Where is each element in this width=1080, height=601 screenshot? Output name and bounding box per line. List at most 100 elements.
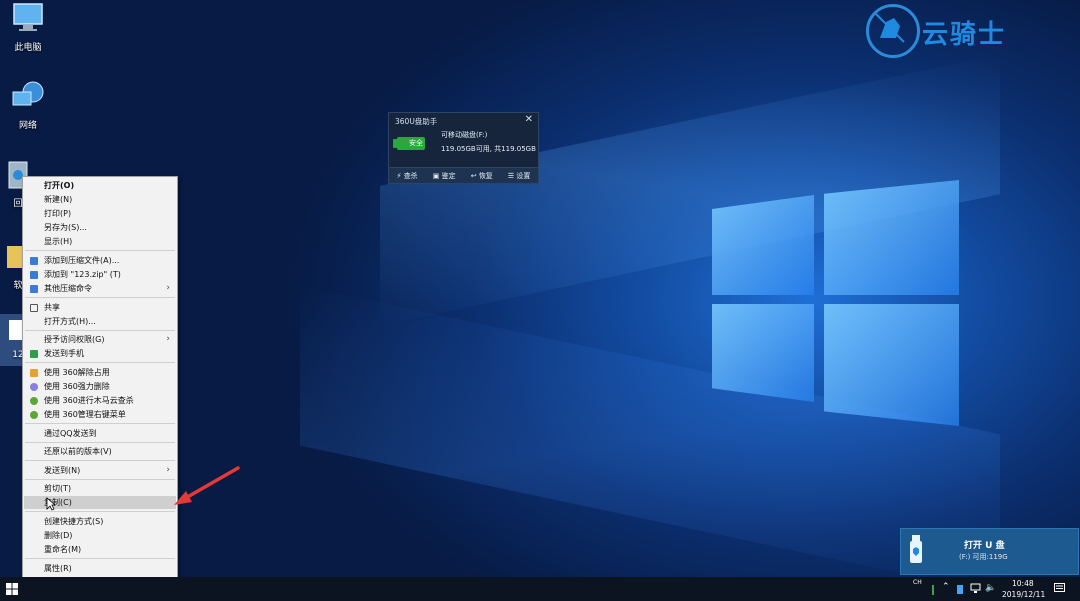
- menu-item-label: 新建(N): [44, 195, 73, 204]
- windows-logo-pane: [824, 180, 959, 295]
- logo-text: 云骑士: [922, 20, 1007, 50]
- menu-separator: [25, 250, 175, 251]
- menu-item-create-shortcut[interactable]: 创建快捷方式(S): [24, 515, 176, 528]
- menu-item-label: 使用 360解除占用: [44, 368, 110, 377]
- 360-icon: [30, 411, 38, 419]
- menu-item-send-to[interactable]: 发送到(N) ›: [24, 464, 176, 477]
- menu-separator: [25, 442, 175, 443]
- menu-separator: [25, 423, 175, 424]
- restore-button[interactable]: ↩ 恢复: [471, 171, 493, 181]
- menu-separator: [25, 479, 175, 480]
- menu-item-360-unlock[interactable]: 使用 360解除占用: [24, 366, 176, 379]
- menu-item-other-compress[interactable]: 其他压缩命令 ›: [24, 282, 176, 295]
- menu-item-print[interactable]: 打印(P): [24, 207, 176, 220]
- menu-item-cut[interactable]: 剪切(T): [24, 482, 176, 495]
- context-menu: 打开(O) 新建(N) 打印(P) 另存为(S)... 显示(H) 添加到压缩文…: [22, 176, 178, 577]
- share-icon: [30, 304, 38, 312]
- menu-item-label: 另存为(S)...: [44, 223, 87, 232]
- usb-info: (F:) 可用:119G: [959, 553, 1008, 561]
- menu-item-label: 其他压缩命令: [44, 284, 92, 293]
- menu-item-properties[interactable]: 属性(R): [24, 562, 176, 575]
- scan-button[interactable]: ⚡ 查杀: [397, 171, 418, 181]
- menu-separator: [25, 558, 175, 559]
- menu-item-add-zip[interactable]: 添加到 "123.zip" (T): [24, 268, 176, 281]
- input-method-indicator[interactable]: CH: [913, 579, 922, 586]
- windows-logo-pane: [712, 195, 814, 295]
- network-tray-icon[interactable]: [970, 583, 981, 594]
- menu-item-open[interactable]: 打开(O): [24, 179, 176, 192]
- menu-item-label: 打印(P): [44, 209, 72, 218]
- settings-button[interactable]: ☰ 设置: [508, 171, 531, 181]
- menu-item-label: 打开(O): [44, 181, 75, 190]
- menu-item-send-qq[interactable]: 通过QQ发送到: [24, 427, 176, 440]
- drive-name: 可移动磁盘(F:): [441, 131, 488, 139]
- usb-title: 打开 U 盘: [964, 541, 1005, 551]
- scan-label: 查杀: [403, 171, 418, 180]
- identify-label: 鉴定: [441, 171, 456, 180]
- clock-time[interactable]: 10:48: [1012, 579, 1034, 588]
- yunqishi-logo: 云骑士: [862, 2, 1052, 58]
- menu-item-label: 属性(R): [44, 564, 72, 573]
- usb-assistant-widget[interactable]: 360U盘助手 ✕ 安全 可移动磁盘(F:) 119.05GB可用, 共119.…: [388, 112, 539, 184]
- usb-open-notification[interactable]: 打开 U 盘 (F:) 可用:119G: [900, 528, 1079, 575]
- menu-item-show[interactable]: 显示(H): [24, 235, 176, 248]
- close-icon[interactable]: ✕: [525, 114, 533, 125]
- menu-item-new[interactable]: 新建(N): [24, 193, 176, 206]
- menu-item-360-trojan-scan[interactable]: 使用 360进行木马云查杀: [24, 394, 176, 407]
- pen-icon[interactable]: [929, 585, 937, 595]
- menu-item-360-manage-menu[interactable]: 使用 360管理右键菜单: [24, 408, 176, 421]
- desktop-icon-this-pc[interactable]: 此电脑: [0, 2, 56, 53]
- 360-icon: [30, 397, 38, 405]
- menu-item-open-with[interactable]: 打开方式(H)...: [24, 315, 176, 328]
- volume-icon[interactable]: 🔈: [985, 583, 996, 593]
- menu-item-label: 发送到(N): [44, 466, 81, 475]
- show-hidden-icons-icon[interactable]: ⌃: [942, 582, 950, 592]
- menu-item-save-as[interactable]: 另存为(S)...: [24, 221, 176, 234]
- menu-item-share[interactable]: 共享: [24, 301, 176, 314]
- desktop-icon-network[interactable]: 网络: [0, 80, 56, 131]
- usb-tray-icon[interactable]: [956, 583, 964, 594]
- menu-item-label: 使用 360强力删除: [44, 382, 110, 391]
- menu-item-send-to-phone[interactable]: 发送到手机: [24, 347, 176, 360]
- menu-item-label: 添加到 "123.zip" (T): [44, 270, 121, 279]
- menu-separator: [25, 362, 175, 363]
- desktop-icon-label: 此电脑: [14, 43, 42, 53]
- menu-item-add-archive[interactable]: 添加到压缩文件(A)...: [24, 254, 176, 267]
- safe-badge: 安全: [393, 137, 425, 150]
- menu-item-label: 剪切(T): [44, 484, 72, 493]
- knight-logo-icon: [866, 4, 920, 58]
- menu-item-label: 创建快捷方式(S): [44, 517, 104, 526]
- phone-icon: [30, 350, 38, 358]
- menu-item-grant-access[interactable]: 授予访问权限(G) ›: [24, 333, 176, 346]
- menu-separator: [25, 511, 175, 512]
- desktop-icon-label: 网络: [18, 121, 37, 131]
- action-center-icon[interactable]: [1054, 583, 1065, 594]
- widget-action-bar: ⚡ 查杀 ▣ 鉴定 ↩ 恢复 ☰ 设置: [389, 167, 538, 183]
- network-icon: [12, 81, 44, 106]
- windows-logo-pane: [712, 304, 814, 402]
- menu-item-rename[interactable]: 重命名(M): [24, 543, 176, 556]
- menu-item-restore-previous[interactable]: 还原以前的版本(V): [24, 445, 176, 458]
- menu-item-360-delete[interactable]: 使用 360强力删除: [24, 380, 176, 393]
- menu-item-label: 共享: [44, 303, 60, 312]
- identify-button[interactable]: ▣ 鉴定: [433, 171, 456, 181]
- menu-item-label: 通过QQ发送到: [44, 429, 97, 438]
- windows-start-icon[interactable]: [6, 583, 18, 595]
- winrar-icon: [30, 271, 38, 279]
- menu-item-label: 授予访问权限(G): [44, 335, 105, 344]
- windows-logo-pane: [824, 304, 959, 426]
- menu-item-label: 使用 360进行木马云查杀: [44, 396, 134, 405]
- drive-capacity: 119.05GB可用, 共119.05GB: [441, 145, 536, 153]
- red-arrow-annotation-icon: [174, 466, 240, 505]
- unlock-icon: [30, 369, 38, 377]
- delete-icon: [30, 383, 38, 391]
- menu-item-label: 还原以前的版本(V): [44, 447, 112, 456]
- chevron-right-icon: ›: [166, 334, 170, 344]
- menu-item-label: 使用 360管理右键菜单: [44, 410, 126, 419]
- clock-date[interactable]: 2019/12/11: [1002, 590, 1045, 599]
- menu-item-delete[interactable]: 删除(D): [24, 529, 176, 542]
- menu-separator: [25, 297, 175, 298]
- widget-title: 360U盘助手: [395, 117, 438, 126]
- menu-item-label: 重命名(M): [44, 545, 82, 554]
- menu-item-label: 打开方式(H)...: [44, 317, 96, 326]
